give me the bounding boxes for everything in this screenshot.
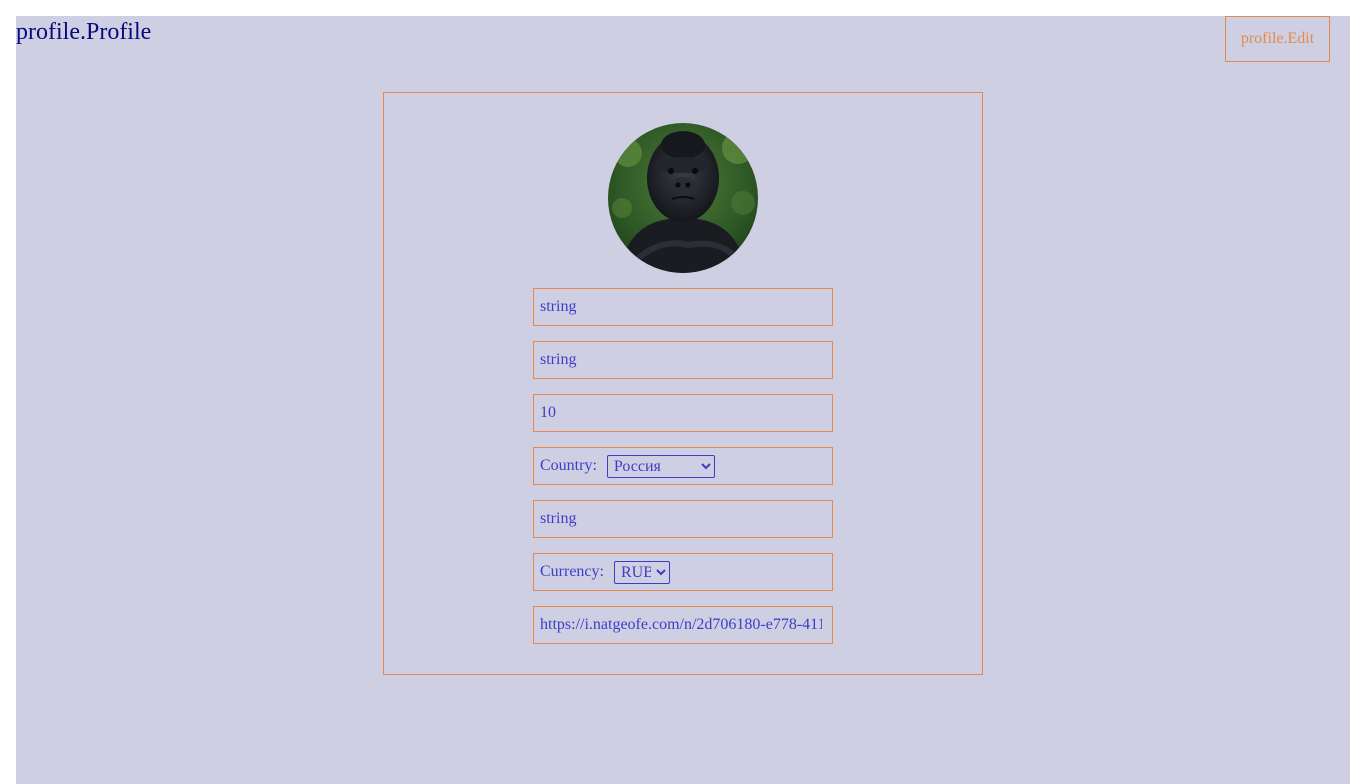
currency-label: Currency: (540, 563, 604, 580)
profile-page: profile.Profile profile.Edit string stri… (16, 16, 1350, 784)
page-title: profile.Profile (16, 19, 152, 45)
age-input[interactable] (533, 394, 833, 432)
gorilla-avatar-image (608, 123, 758, 273)
profile-card: Country: Россия Currency: RUB (383, 92, 983, 675)
currency-field: Currency: RUB (533, 553, 833, 591)
country-select[interactable]: Россия (606, 454, 715, 478)
avatar-url-input[interactable] (533, 606, 833, 644)
last-name-input[interactable] (533, 341, 833, 379)
first-name-input[interactable] (533, 288, 833, 326)
city-input[interactable] (533, 500, 833, 538)
country-label: Country: (540, 457, 597, 474)
edit-button[interactable]: profile.Edit (1225, 16, 1330, 62)
avatar (608, 123, 758, 273)
currency-select[interactable]: RUB (613, 560, 670, 584)
country-field: Country: Россия (533, 447, 833, 485)
